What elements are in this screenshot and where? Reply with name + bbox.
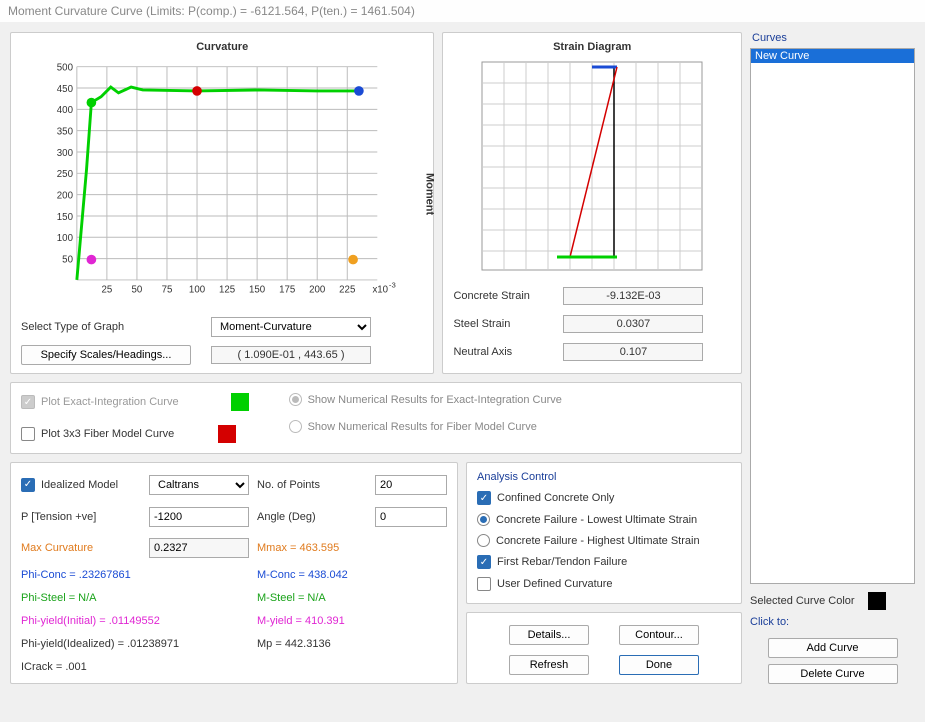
concrete-strain-label: Concrete Strain	[453, 290, 563, 302]
neutral-axis-label: Neutral Axis	[453, 346, 563, 358]
plot-exact-label: Plot Exact-Integration Curve	[41, 396, 179, 408]
svg-text:200: 200	[309, 285, 326, 296]
exact-color-swatch	[231, 393, 249, 411]
svg-text:175: 175	[279, 285, 295, 296]
angle-label: Angle (Deg)	[257, 511, 367, 523]
npoints-input[interactable]	[375, 475, 447, 495]
maxcurv-label: Max Curvature	[21, 542, 141, 554]
userdef-label: User Defined Curvature	[497, 578, 613, 590]
svg-text:225: 225	[339, 285, 355, 296]
idealized-select[interactable]: Caltrans	[149, 475, 249, 495]
curvature-title: Curvature	[21, 41, 423, 53]
show-fiber-radio	[289, 420, 302, 433]
mconc-label: M-Conc = 438.042	[257, 569, 447, 581]
curvature-panel: Curvature Moment	[10, 32, 434, 374]
strain-diagram	[453, 57, 731, 275]
svg-text:300: 300	[57, 148, 74, 159]
selected-color-row: Selected Curve Color	[750, 592, 915, 610]
neutral-axis-value: 0.107	[563, 343, 703, 361]
delete-curve-button[interactable]: Delete Curve	[768, 664, 898, 684]
mmax-label: Mmax = 463.595	[257, 542, 447, 554]
mp-label: Mp = 442.3136	[257, 638, 447, 650]
svg-text:100: 100	[189, 285, 206, 296]
show-fiber-label: Show Numerical Results for Fiber Model C…	[308, 421, 537, 433]
svg-text:400: 400	[57, 105, 74, 116]
svg-text:500: 500	[57, 63, 74, 74]
plot-exact-checkbox: ✓	[21, 395, 35, 409]
concrete-strain-value: -9.132E-03	[563, 287, 703, 305]
svg-text:200: 200	[57, 191, 74, 202]
selected-color-swatch[interactable]	[868, 592, 886, 610]
action-buttons-panel: Details... Contour... Refresh Done	[466, 612, 742, 684]
window-title: Moment Curvature Curve (Limits: P(comp.)…	[0, 0, 925, 22]
curvature-chart[interactable]: 50 100 150 200 250 300 350 400 450 500	[21, 57, 423, 309]
svg-text:100: 100	[57, 233, 74, 244]
plot-fiber-checkbox[interactable]	[21, 427, 35, 441]
phiconc-label: Phi-Conc = .23267861	[21, 569, 249, 581]
lowest-label: Concrete Failure - Lowest Ultimate Strai…	[496, 514, 697, 526]
p-input[interactable]	[149, 507, 249, 527]
msteel-label: M-Steel = N/A	[257, 592, 447, 604]
confined-label: Confined Concrete Only	[497, 492, 614, 504]
highest-radio[interactable]	[477, 534, 490, 547]
show-exact-label: Show Numerical Results for Exact-Integra…	[308, 394, 562, 406]
graph-type-select[interactable]: Moment-Curvature	[211, 317, 371, 337]
details-button[interactable]: Details...	[509, 625, 589, 645]
svg-text:150: 150	[249, 285, 266, 296]
cursor-readout: ( 1.090E-01 , 443.65 )	[211, 346, 371, 364]
steel-strain-value: 0.0307	[563, 315, 703, 333]
svg-text:50: 50	[62, 254, 73, 265]
phiyield-init-label: Phi-yield(Initial) = .01149552	[21, 615, 249, 627]
show-exact-radio	[289, 393, 302, 406]
strain-panel: Strain Diagram	[442, 32, 742, 374]
done-button[interactable]: Done	[619, 655, 699, 675]
maxcurv-input[interactable]	[149, 538, 249, 558]
svg-text:350: 350	[57, 127, 74, 138]
results-panel: ✓ Idealized Model Caltrans No. of Points…	[10, 462, 458, 684]
click-to-label: Click to:	[750, 616, 915, 628]
steel-strain-label: Steel Strain	[453, 318, 563, 330]
analysis-title: Analysis Control	[477, 471, 731, 483]
svg-text:-3: -3	[389, 281, 396, 290]
curve-item[interactable]: New Curve	[751, 49, 914, 63]
idealized-checkbox[interactable]: ✓	[21, 478, 35, 492]
curves-title: Curves	[752, 32, 915, 44]
analysis-panel: Analysis Control ✓ Confined Concrete Only…	[466, 462, 742, 604]
strain-title: Strain Diagram	[453, 41, 731, 53]
select-type-label: Select Type of Graph	[21, 321, 191, 333]
selected-color-label: Selected Curve Color	[750, 595, 855, 607]
svg-text:75: 75	[162, 285, 173, 296]
rebar-label: First Rebar/Tendon Failure	[497, 556, 627, 568]
fiber-color-swatch	[218, 425, 236, 443]
svg-text:250: 250	[57, 169, 74, 180]
confined-checkbox[interactable]: ✓	[477, 491, 491, 505]
lowest-radio[interactable]	[477, 513, 490, 526]
highest-label: Concrete Failure - Highest Ultimate Stra…	[496, 535, 700, 547]
icrack-label: ICrack = .001	[21, 661, 249, 673]
plot-options-panel: ✓ Plot Exact-Integration Curve Plot 3x3 …	[10, 382, 742, 454]
svg-text:25: 25	[101, 285, 112, 296]
phisteel-label: Phi-Steel = N/A	[21, 592, 249, 604]
specify-scales-button[interactable]: Specify Scales/Headings...	[21, 345, 191, 365]
p-label: P [Tension +ve]	[21, 511, 141, 523]
userdef-checkbox[interactable]	[477, 577, 491, 591]
contour-button[interactable]: Contour...	[619, 625, 699, 645]
svg-text:x10: x10	[372, 285, 388, 296]
refresh-button[interactable]: Refresh	[509, 655, 589, 675]
idealized-label: Idealized Model	[41, 479, 118, 491]
phiyield-ideal-label: Phi-yield(Idealized) = .01238971	[21, 638, 249, 650]
svg-text:150: 150	[57, 212, 74, 223]
moment-axis-label: Moment	[423, 173, 435, 215]
svg-text:50: 50	[132, 285, 143, 296]
add-curve-button[interactable]: Add Curve	[768, 638, 898, 658]
myield-label: M-yield = 410.391	[257, 615, 447, 627]
plot-fiber-label: Plot 3x3 Fiber Model Curve	[41, 428, 174, 440]
npoints-label: No. of Points	[257, 479, 367, 491]
rebar-checkbox[interactable]: ✓	[477, 555, 491, 569]
curves-listbox[interactable]: New Curve	[750, 48, 915, 584]
svg-text:125: 125	[219, 285, 235, 296]
svg-text:450: 450	[57, 84, 74, 95]
angle-input[interactable]	[375, 507, 447, 527]
